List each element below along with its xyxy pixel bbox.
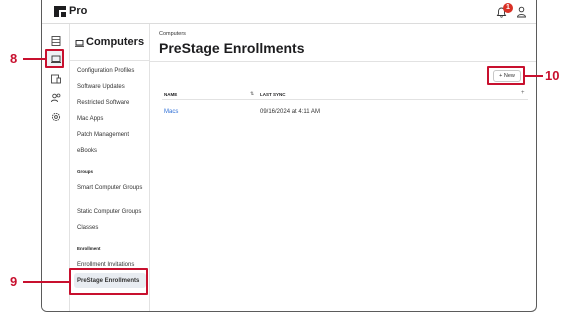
add-column-icon[interactable]: + xyxy=(521,90,525,96)
settings-icon[interactable] xyxy=(50,111,62,123)
subnav-item-ebooks[interactable]: eBooks xyxy=(77,147,97,155)
subnav-header: Computers xyxy=(70,24,150,61)
jamf-logo-icon xyxy=(54,6,66,17)
page-title: PreStage Enrollments xyxy=(159,40,305,56)
users-icon[interactable] xyxy=(50,92,62,104)
row-name-link[interactable]: Macs xyxy=(164,109,178,115)
notification-badge: 1 xyxy=(503,3,513,13)
callout-line-new xyxy=(525,75,543,77)
computer-icon xyxy=(75,40,84,47)
breadcrumb[interactable]: Computers xyxy=(159,31,186,37)
app-window: Pro 1 Computers Configuration Profiles S… xyxy=(41,0,537,312)
header-divider xyxy=(150,61,536,62)
subnav-item-restricted-software[interactable]: Restricted Software xyxy=(77,99,129,107)
subnav-title: Computers xyxy=(86,36,145,48)
callout-number-rail-computers: 8 xyxy=(10,51,18,66)
top-bar: Pro 1 xyxy=(42,0,536,24)
subnav-item-patch-management[interactable]: Patch Management xyxy=(77,131,129,139)
callout-line-prestage xyxy=(23,281,69,283)
column-header-name[interactable]: NAME xyxy=(164,92,177,97)
callout-box-rail-computers xyxy=(45,49,64,68)
subnav-item-classes[interactable]: Classes xyxy=(77,224,98,232)
callout-line-rail-computers xyxy=(23,58,45,60)
callout-number-prestage: 9 xyxy=(10,274,18,289)
subnav-item-static-computer-groups[interactable]: Static Computer Groups xyxy=(77,208,141,216)
sort-icon[interactable]: ⇅ xyxy=(250,91,254,97)
user-account-icon[interactable] xyxy=(516,6,527,18)
subnav-item-configuration-profiles[interactable]: Configuration Profiles xyxy=(77,67,134,75)
groups-heading: Groups xyxy=(77,169,94,174)
app-name: Pro xyxy=(69,5,88,17)
devices-icon[interactable] xyxy=(50,73,62,85)
enrollment-heading: Enrollment xyxy=(77,246,101,251)
row-last-sync: 09/16/2024 at 4:11 AM xyxy=(260,109,320,115)
callout-box-new xyxy=(487,66,525,85)
subnav-item-smart-computer-groups[interactable]: Smart Computer Groups xyxy=(77,184,145,192)
callout-box-prestage xyxy=(69,268,148,295)
callout-number-new: 10 xyxy=(545,68,560,83)
table-header-divider xyxy=(162,99,528,100)
main-content: Computers PreStage Enrollments + New NAM… xyxy=(150,24,536,311)
column-header-last-sync[interactable]: LAST SYNC xyxy=(260,92,286,97)
subnav-item-mac-apps[interactable]: Mac Apps xyxy=(77,115,103,123)
subnav-item-software-updates[interactable]: Software Updates xyxy=(77,83,125,91)
dashboard-icon[interactable] xyxy=(50,35,62,47)
